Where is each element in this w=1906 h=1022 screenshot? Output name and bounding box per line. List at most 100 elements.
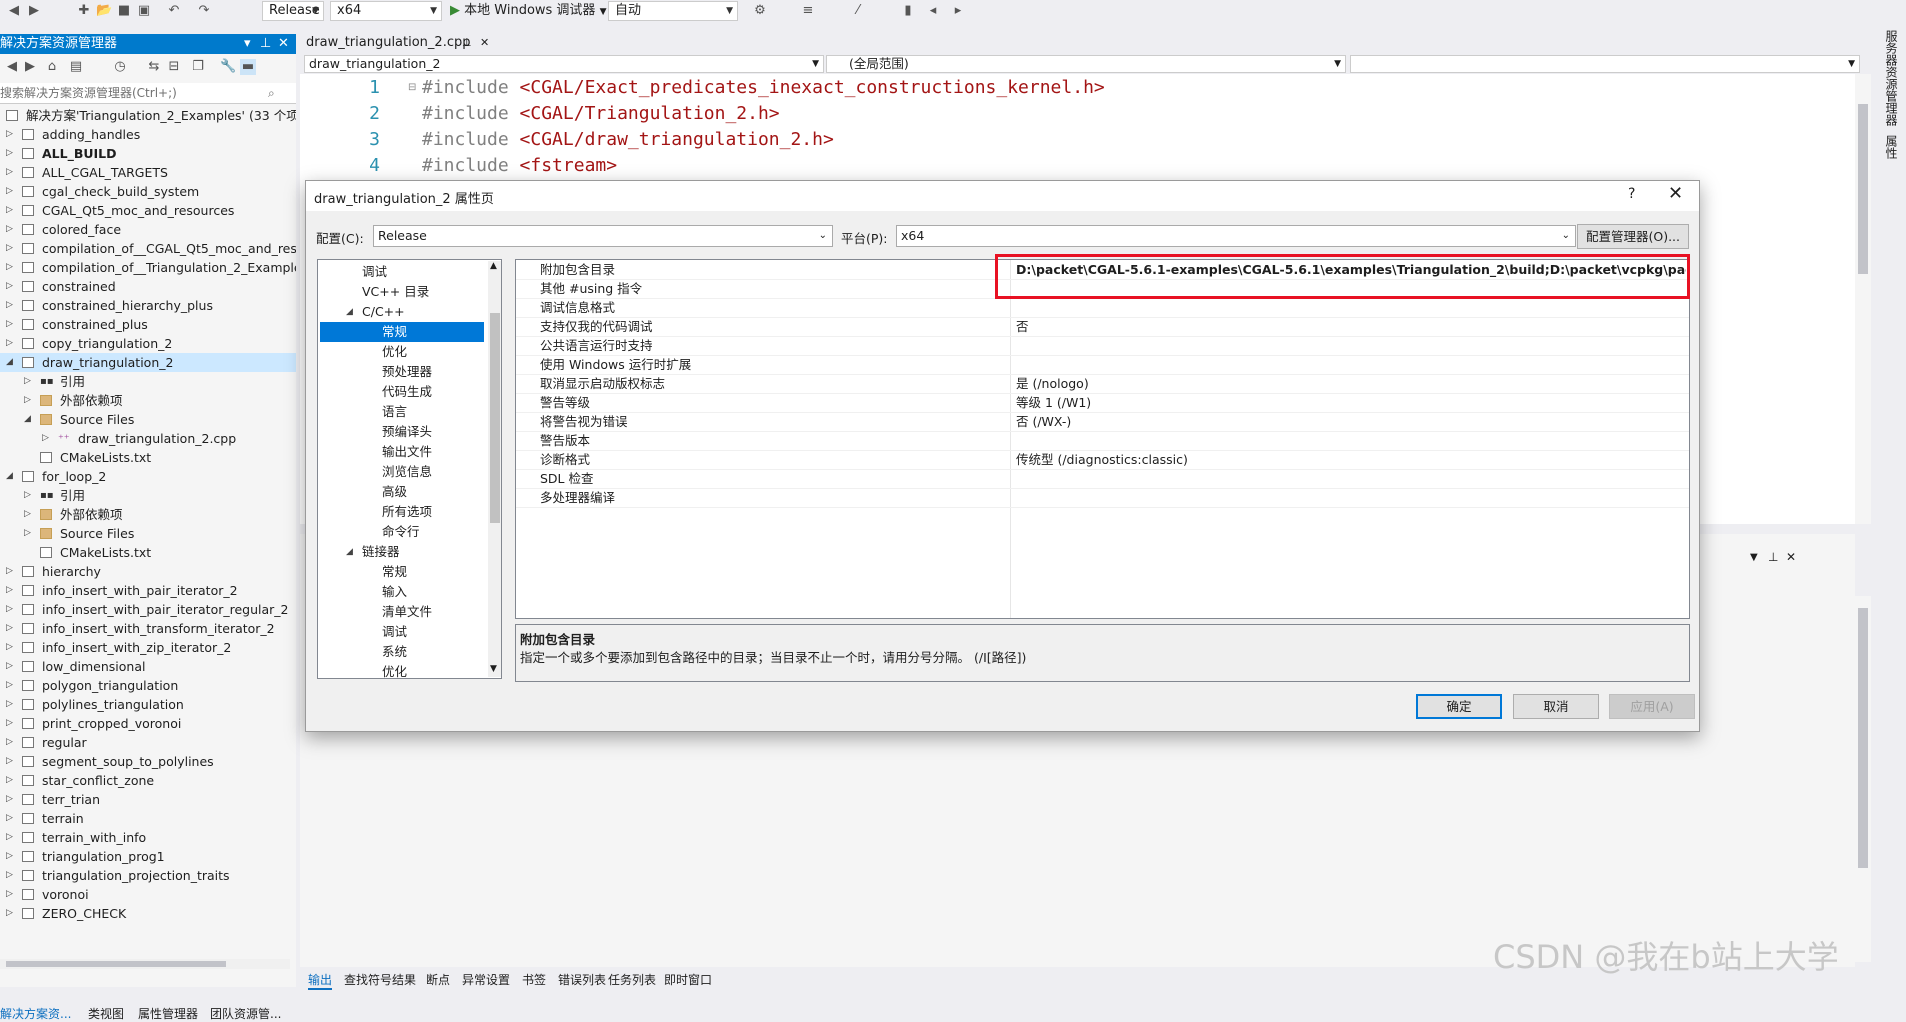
properties-tab[interactable]: 属性 (1884, 135, 1900, 159)
property-value[interactable]: 传统型 (/diagnostics:classic) (1016, 450, 1686, 469)
category-item[interactable]: ◢ 链接器 (318, 542, 486, 562)
sync-icon[interactable]: ⇆ (146, 59, 162, 75)
property-row[interactable]: 使用 Windows 运行时扩展 (516, 355, 1689, 375)
bookmark-icon[interactable]: ▮ (900, 3, 916, 19)
collapsed-arrow-icon[interactable]: ▷ (6, 733, 16, 752)
category-item[interactable]: 调试 (318, 262, 486, 282)
tree-item[interactable]: ▷ copy_triangulation_2 (0, 334, 296, 353)
close-icon[interactable]: ✕ (278, 34, 289, 54)
configuration-select[interactable]: Release ▼ (262, 1, 324, 21)
category-item[interactable]: 命令行 (318, 522, 486, 542)
tree-item[interactable]: ▷ ALL_BUILD (0, 144, 296, 163)
category-item[interactable]: 系统 (318, 642, 486, 662)
tree-item[interactable]: ▷ colored_face (0, 220, 296, 239)
expanded-arrow-icon[interactable]: ◢ (346, 542, 353, 562)
category-item[interactable]: 所有选项 (318, 502, 486, 522)
scrollbar-thumb[interactable] (6, 961, 226, 967)
property-value[interactable] (1016, 298, 1686, 317)
tree-item[interactable]: ▷ triangulation_projection_traits (0, 866, 296, 885)
collapsed-arrow-icon[interactable]: ▷ (6, 201, 16, 220)
start-debugger-button[interactable]: ▶ 本地 Windows 调试器 ▼ (450, 1, 607, 21)
tree-item[interactable]: CMakeLists.txt (0, 543, 296, 562)
back-icon[interactable]: ◀ (6, 3, 22, 19)
tree-item[interactable]: ▷ terrain_with_info (0, 828, 296, 847)
tree-item[interactable]: ▷ voronoi (0, 885, 296, 904)
pin-icon[interactable]: ⊥ (1768, 550, 1778, 564)
panel-tab[interactable]: 属性管理器 (138, 1005, 198, 1022)
pin-icon[interactable]: ⊥ (462, 33, 472, 52)
tree-item[interactable]: ▷ Source Files (0, 524, 296, 543)
tree-item[interactable]: ▷ hierarchy (0, 562, 296, 581)
category-item[interactable]: 语言 (318, 402, 486, 422)
category-item[interactable]: ◢ C/C++ (318, 302, 486, 322)
tree-item[interactable]: ▷ ⁺⁺ draw_triangulation_2.cpp (0, 429, 296, 448)
member-nav-select[interactable]: ▼ (1350, 55, 1860, 73)
close-icon[interactable]: ✕ (1786, 550, 1796, 564)
next-bookmark-icon[interactable]: ▸ (950, 3, 966, 19)
preview-icon[interactable]: ▬ (240, 59, 256, 75)
collapsed-arrow-icon[interactable]: ▷ (6, 125, 16, 144)
collapsed-arrow-icon[interactable]: ▷ (6, 809, 16, 828)
tree-item[interactable]: ▷ ▪▪ 引用 (0, 372, 296, 391)
category-item[interactable]: 输入 (318, 582, 486, 602)
document-tab[interactable]: draw_triangulation_2.cpp ⊥ ✕ (300, 33, 495, 52)
tree-item[interactable]: ▷ cgal_check_build_system (0, 182, 296, 201)
category-item[interactable]: 预编译头 (318, 422, 486, 442)
tree-item[interactable]: ▷ print_cropped_voronoi (0, 714, 296, 733)
scroll-up-icon[interactable]: ▲ (490, 261, 497, 271)
collapsed-arrow-icon[interactable]: ▷ (24, 524, 34, 543)
pending-changes-icon[interactable]: ◷ (112, 59, 128, 75)
tree-item[interactable]: ▷ triangulation_prog1 (0, 847, 296, 866)
expanded-arrow-icon[interactable]: ◢ (346, 302, 353, 322)
redo-icon[interactable]: ↷ (196, 3, 212, 19)
collapsed-arrow-icon[interactable]: ▷ (6, 182, 16, 201)
save-icon[interactable]: ■ (116, 3, 132, 19)
tree-item[interactable]: ▷ ALL_CGAL_TARGETS (0, 163, 296, 182)
collapsed-arrow-icon[interactable]: ▷ (6, 904, 16, 923)
collapsed-arrow-icon[interactable]: ▷ (6, 220, 16, 239)
tree-item[interactable]: ▷ compilation_of__Triangulation_2_Example… (0, 258, 296, 277)
category-item[interactable]: 调试 (318, 622, 486, 642)
scrollbar-thumb[interactable] (490, 313, 500, 523)
tool-tab[interactable]: 书签 (522, 971, 546, 988)
property-row[interactable]: 公共语言运行时支持 (516, 336, 1689, 356)
panel-tab[interactable]: 团队资源管... (210, 1005, 281, 1022)
copy-icon[interactable]: ❐ (190, 59, 206, 75)
collapsed-arrow-icon[interactable]: ▷ (6, 866, 16, 885)
tree-item[interactable]: ▷ adding_handles (0, 125, 296, 144)
tree-item[interactable]: ▷ compilation_of__CGAL_Qt5_moc_and_resour (0, 239, 296, 258)
tool-tab[interactable]: 任务列表 (608, 971, 656, 988)
collapsed-arrow-icon[interactable]: ▷ (6, 239, 16, 258)
tree-item[interactable]: ▷ segment_soup_to_polylines (0, 752, 296, 771)
collapse-all-icon[interactable]: ⊟ (166, 59, 182, 75)
collapsed-arrow-icon[interactable]: ▷ (6, 258, 16, 277)
collapsed-arrow-icon[interactable]: ▷ (6, 600, 16, 619)
tool-tab[interactable]: 错误列表 (558, 971, 606, 988)
collapsed-arrow-icon[interactable]: ▷ (6, 638, 16, 657)
category-item[interactable]: 输出文件 (318, 442, 486, 462)
property-row[interactable]: 取消显示启动版权标志 是 (/nologo) (516, 374, 1689, 394)
forward-icon[interactable]: ▶ (22, 59, 38, 75)
panel-tab[interactable]: 类视图 (88, 1005, 124, 1022)
undo-icon[interactable]: ↶ (166, 3, 182, 19)
property-value[interactable] (1016, 336, 1686, 355)
collapsed-arrow-icon[interactable]: ▷ (6, 562, 16, 581)
collapsed-arrow-icon[interactable]: ▷ (6, 277, 16, 296)
collapsed-arrow-icon[interactable]: ▷ (6, 714, 16, 733)
category-scrollbar[interactable]: ▲ ▼ (488, 261, 501, 677)
tree-item[interactable]: ▷ low_dimensional (0, 657, 296, 676)
property-row[interactable]: 警告等级 等级 1 (/W1) (516, 393, 1689, 413)
forward-icon[interactable]: ▶ (26, 3, 42, 19)
new-project-icon[interactable]: ✚ (76, 3, 92, 19)
apply-button[interactable]: 应用(A) (1609, 694, 1695, 719)
close-tab-icon[interactable]: ✕ (480, 33, 489, 52)
tree-item[interactable]: ▷ ▪▪ 引用 (0, 486, 296, 505)
solution-search-input[interactable]: 搜索解决方案资源管理器(Ctrl+;) ⌕ (0, 83, 296, 104)
property-row[interactable]: 警告版本 (516, 431, 1689, 451)
collapsed-arrow-icon[interactable]: ▷ (6, 144, 16, 163)
tree-item[interactable]: ▷ 外部依赖项 (0, 391, 296, 410)
collapsed-arrow-icon[interactable]: ▷ (6, 752, 16, 771)
collapsed-arrow-icon[interactable]: ▷ (42, 429, 52, 448)
collapsed-arrow-icon[interactable]: ▷ (6, 771, 16, 790)
scroll-down-icon[interactable]: ▼ (490, 664, 497, 674)
